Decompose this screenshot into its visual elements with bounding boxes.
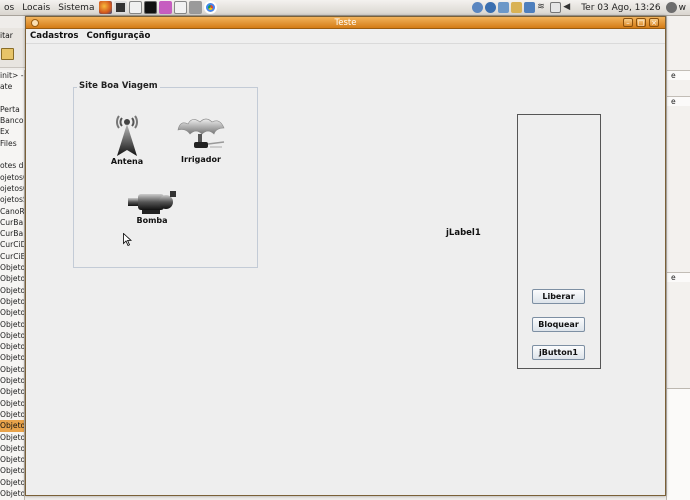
tree-item[interactable]: Objeto bbox=[0, 285, 24, 296]
sprinkler-icon bbox=[177, 118, 225, 148]
tree-item[interactable]: Objeto bbox=[0, 352, 24, 363]
close-button[interactable]: × bbox=[649, 18, 659, 27]
mail-icon[interactable] bbox=[550, 2, 562, 13]
folder-icon[interactable] bbox=[511, 2, 523, 13]
clock[interactable]: Ter 03 Ago, 13:26 bbox=[581, 3, 660, 13]
tree-item[interactable]: Objeto bbox=[0, 454, 24, 465]
calculator-icon[interactable] bbox=[189, 1, 203, 14]
menu-cadastros[interactable]: Cadastros bbox=[26, 31, 83, 41]
display-icon[interactable] bbox=[498, 2, 510, 13]
status-jlabel: jLabel1 bbox=[446, 228, 481, 238]
water-pump-icon bbox=[128, 191, 176, 214]
background-right-bottom-area bbox=[667, 388, 690, 500]
app-menubar: Cadastros Configuração bbox=[26, 29, 665, 44]
irrigador-device[interactable]: Irrigador bbox=[173, 116, 229, 164]
volume-icon[interactable]: ◀ bbox=[563, 2, 574, 13]
tree-item[interactable]: Objeto bbox=[0, 341, 24, 352]
screenshot-icon[interactable] bbox=[114, 1, 128, 14]
liberar-button[interactable]: Liberar bbox=[532, 289, 585, 304]
tree-item[interactable]: Files bbox=[0, 138, 24, 149]
tree-item[interactable] bbox=[0, 149, 24, 160]
notes-icon[interactable] bbox=[174, 1, 188, 14]
tree-item[interactable]: CurCiE bbox=[0, 251, 24, 262]
teste-window: Teste – □ × Cadastros Configuração Site … bbox=[25, 16, 666, 496]
tree-item[interactable]: otes de bbox=[0, 160, 24, 171]
tree-item[interactable]: Objeto bbox=[0, 273, 24, 284]
tree-item[interactable]: Objeto bbox=[0, 296, 24, 307]
tree-item[interactable]: Objeto bbox=[0, 409, 24, 420]
tree-item[interactable]: Objeto bbox=[0, 420, 24, 432]
bomba-label: Bomba bbox=[136, 216, 168, 225]
minimize-button[interactable]: – bbox=[623, 18, 633, 27]
tree-item[interactable]: Perta bbox=[0, 104, 24, 115]
window-title: Teste bbox=[334, 18, 357, 28]
file-manager-icon[interactable] bbox=[129, 1, 143, 14]
tree-item[interactable]: Objeto bbox=[0, 330, 24, 341]
tree-item[interactable]: Objeto bbox=[0, 465, 24, 476]
menu-configuracao[interactable]: Configuração bbox=[83, 31, 155, 41]
tree-item[interactable]: Objeto bbox=[0, 477, 24, 488]
user-switch-icon[interactable] bbox=[665, 2, 677, 13]
antena-device[interactable]: Antena bbox=[107, 114, 147, 166]
tree-item[interactable]: Ex bbox=[0, 126, 24, 137]
maximize-button[interactable]: □ bbox=[636, 18, 646, 27]
media-player-icon[interactable] bbox=[485, 2, 497, 13]
tree-item[interactable]: CurBa bbox=[0, 228, 24, 239]
antena-label: Antena bbox=[110, 157, 144, 166]
tree-item[interactable]: Objeto bbox=[0, 307, 24, 318]
tree-item[interactable]: CurBa bbox=[0, 217, 24, 228]
control-panel: Liberar Bloquear jButton1 bbox=[517, 114, 601, 369]
site-group-box: Site Boa Viagem Antena Irrigador Bomba bbox=[73, 81, 258, 268]
site-group-title: Site Boa Viagem bbox=[77, 81, 160, 91]
tree-item[interactable]: Objeto bbox=[0, 488, 24, 499]
tree-item[interactable]: CanoR bbox=[0, 206, 24, 217]
firefox-icon[interactable] bbox=[99, 1, 113, 14]
bomba-device[interactable]: Bomba bbox=[125, 189, 179, 225]
chrome-icon[interactable] bbox=[204, 1, 218, 14]
antenna-tower-icon bbox=[116, 115, 138, 156]
open-project-icon[interactable] bbox=[1, 48, 14, 60]
system-menu[interactable]: Sistema bbox=[54, 0, 98, 16]
user-menu-text[interactable]: w bbox=[678, 0, 690, 16]
irrigador-label: Irrigador bbox=[181, 155, 221, 164]
tree-item[interactable]: CurCiD bbox=[0, 239, 24, 250]
wifi-icon[interactable]: ≋ bbox=[537, 2, 548, 13]
background-right-label: e bbox=[671, 71, 676, 80]
gnome-top-panel: os Locais Sistema ≋ ◀ Ter 03 Ago, 13:26 … bbox=[0, 0, 690, 16]
background-right-row: e bbox=[667, 96, 690, 106]
tree-item[interactable]: Objeto bbox=[0, 375, 24, 386]
tree-item[interactable]: ojetosC bbox=[0, 172, 24, 183]
tree-item[interactable]: init> - bbox=[0, 70, 24, 81]
tree-item[interactable]: Objeto bbox=[0, 386, 24, 397]
tree-item[interactable]: Objeto bbox=[0, 262, 24, 273]
mouse-pointer-icon bbox=[123, 233, 132, 246]
background-right-row: e bbox=[667, 70, 690, 80]
tree-item[interactable]: Objeto bbox=[0, 364, 24, 375]
background-right-row: e bbox=[667, 272, 690, 282]
tree-item[interactable]: ojetosS bbox=[0, 194, 24, 205]
applications-menu[interactable]: os bbox=[0, 0, 18, 16]
tree-item[interactable]: Banco bbox=[0, 115, 24, 126]
tree-item[interactable]: ate bbox=[0, 81, 24, 92]
tree-item[interactable]: Objeto bbox=[0, 398, 24, 409]
background-toolbar-text: itar bbox=[0, 31, 13, 40]
terminal-icon[interactable] bbox=[144, 1, 158, 14]
window-titlebar[interactable]: Teste – □ × bbox=[26, 17, 665, 29]
tree-item[interactable]: Objeto bbox=[0, 443, 24, 454]
places-menu[interactable]: Locais bbox=[18, 0, 54, 16]
background-right-label: e bbox=[671, 97, 676, 106]
jbutton1-button[interactable]: jButton1 bbox=[532, 345, 585, 360]
background-right-panel: e e e bbox=[666, 16, 690, 500]
background-right-label: e bbox=[671, 273, 676, 282]
update-icon[interactable] bbox=[524, 2, 536, 13]
graphics-app-icon[interactable] bbox=[159, 1, 173, 14]
tree-item[interactable]: Objeto bbox=[0, 432, 24, 443]
tree-item[interactable]: ojetosC bbox=[0, 183, 24, 194]
bloquear-button[interactable]: Bloquear bbox=[532, 317, 585, 332]
tree-item[interactable]: Objeto bbox=[0, 319, 24, 330]
tree-item[interactable] bbox=[0, 93, 24, 104]
network-manager-icon[interactable] bbox=[472, 2, 484, 13]
project-tree: init> -atePertaBancoExFilesotes deojetos… bbox=[0, 70, 25, 500]
